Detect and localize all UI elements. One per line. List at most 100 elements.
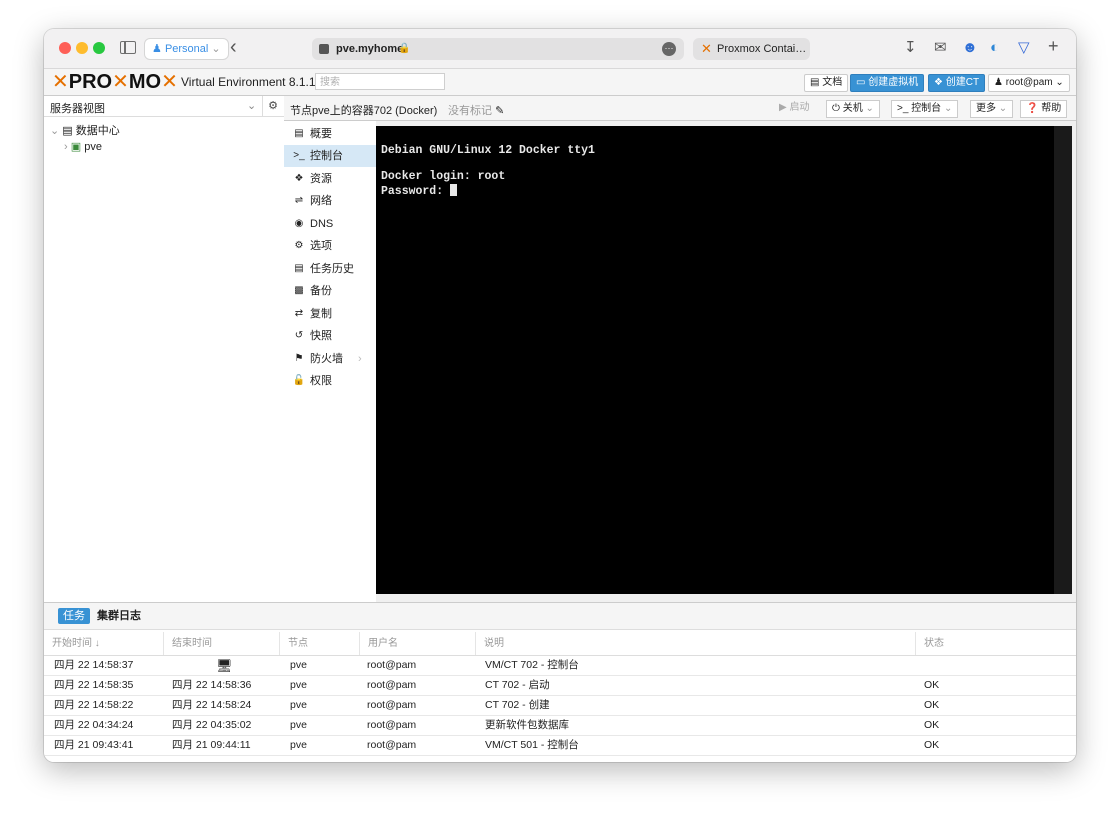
- console-scrollbar[interactable]: [1054, 126, 1072, 594]
- tags-editor[interactable]: 没有标记 ✎: [448, 102, 504, 118]
- user-icon: ♟: [994, 77, 1003, 88]
- table-row[interactable]: 四月 22 04:34:24 四月 22 04:35:02 pve root@p…: [44, 716, 1076, 736]
- task-log-panel: 任务 集群日志 开始时间 ↓ 结束时间 节点 用户名 说明 状态 四月 22 1…: [44, 602, 1076, 762]
- more-button[interactable]: 更多 ⌄: [970, 100, 1014, 118]
- help-button[interactable]: ❓ 帮助: [1020, 100, 1068, 118]
- sidebar-toggle-icon[interactable]: [120, 41, 136, 54]
- create-vm-button[interactable]: ▭ 创建虚拟机: [850, 74, 925, 92]
- user-menu-button[interactable]: ♟ root@pam ⌄: [988, 74, 1070, 92]
- console-button[interactable]: >_ 控制台 ⌄: [891, 100, 959, 118]
- cell-end: 四月 22 14:58:24: [172, 699, 252, 711]
- tab-cluster-log[interactable]: 集群日志: [92, 608, 146, 624]
- terminal-console[interactable]: Debian GNU/Linux 12 Docker tty1 Docker l…: [376, 126, 1054, 594]
- cell-desc: VM/CT 501 - 控制台: [485, 739, 579, 751]
- table-row[interactable]: 四月 22 14:58:37 🖥 pve root@pam VM/CT 702 …: [44, 656, 1076, 676]
- nav-label: 权限: [310, 375, 332, 387]
- nav-item-task-history[interactable]: ▤ 任务历史: [284, 258, 376, 280]
- chevron-down-icon[interactable]: ⌄: [865, 103, 873, 114]
- pve-header: ✕PRO✕MO✕ Virtual Environment 8.1.10 搜索 ▤…: [44, 69, 1076, 96]
- cube-icon: ❖: [294, 173, 304, 184]
- cell-status: OK: [924, 699, 940, 711]
- nav-item-snapshots[interactable]: ↺ 快照: [284, 325, 376, 347]
- unlock-icon: 🔓: [292, 375, 306, 386]
- exchange-icon: ⇌: [294, 195, 304, 206]
- cell-end: 四月 21 09:44:11: [172, 739, 251, 751]
- search-input[interactable]: 搜索: [315, 73, 445, 90]
- zoom-window-button[interactable]: [93, 42, 105, 54]
- cell-start: 四月 21 09:43:41: [54, 739, 134, 751]
- table-row[interactable]: 四月 22 14:58:35 四月 22 14:58:36 pve root@p…: [44, 676, 1076, 696]
- password-prompt: Password:: [381, 185, 451, 198]
- extension-lock-icon[interactable]: ◐: [990, 38, 999, 58]
- profile-label: Personal: [164, 43, 209, 55]
- chevron-down-icon[interactable]: ⌄: [944, 103, 952, 114]
- tree-item-datacenter[interactable]: ⌄ ▤ 数据中心: [50, 122, 120, 138]
- tab-tasks[interactable]: 任务: [58, 608, 90, 624]
- nav-item-firewall[interactable]: ⚑ 防火墙 ›: [284, 348, 376, 370]
- nav-label: 备份: [310, 285, 332, 297]
- nav-item-options[interactable]: ⚙ 选项: [284, 235, 376, 257]
- view-selector[interactable]: 服务器视图 ⌄ ⚙: [44, 96, 284, 117]
- back-arrow-icon[interactable]: ‹: [230, 35, 237, 59]
- cell-start: 四月 22 04:34:24: [54, 719, 134, 731]
- download-icon[interactable]: ↧: [904, 38, 917, 58]
- column-start-time[interactable]: 开始时间 ↓: [44, 632, 164, 655]
- gear-icon[interactable]: ⚙: [262, 96, 283, 116]
- shield-icon: ⚑: [294, 353, 304, 364]
- nav-label: DNS: [310, 218, 334, 230]
- browser-tab-proxmox[interactable]: ✕ Proxmox Contai…: [693, 38, 810, 60]
- tags-label: 没有标记: [448, 105, 492, 117]
- nav-item-replication[interactable]: ⇄ 复制: [284, 303, 376, 325]
- cell-start: 四月 22 14:58:22: [54, 699, 134, 711]
- create-vm-label: 创建虚拟机: [868, 77, 919, 88]
- nav-item-backup[interactable]: ▩ 备份: [284, 280, 376, 302]
- chevron-down-icon[interactable]: ⌄: [247, 99, 256, 112]
- column-description[interactable]: 说明: [476, 632, 916, 655]
- shield-extension-icon[interactable]: ▽: [1018, 38, 1030, 58]
- cell-status: [914, 656, 924, 675]
- more-options-icon[interactable]: ···: [662, 42, 676, 56]
- docs-label: 文档: [822, 77, 843, 88]
- create-ct-button[interactable]: ❖ 创建CT: [928, 74, 986, 92]
- profile-switcher[interactable]: ♟ Personal ⌄: [144, 38, 229, 60]
- help-label: 帮助: [1041, 103, 1062, 114]
- column-user[interactable]: 用户名: [360, 632, 476, 655]
- minimize-window-button[interactable]: [76, 42, 88, 54]
- docs-button[interactable]: ▤ 文档: [804, 74, 849, 92]
- table-row[interactable]: 四月 22 14:58:22 四月 22 14:58:24 pve root@p…: [44, 696, 1076, 716]
- extension-people-icon[interactable]: ☻: [962, 38, 978, 58]
- shutdown-label: 关机: [842, 103, 863, 114]
- user-label: root@pam: [1005, 77, 1053, 88]
- nav-item-network[interactable]: ⇌ 网络: [284, 190, 376, 212]
- nav-item-summary[interactable]: ▤ 概要: [284, 123, 376, 145]
- table-row[interactable]: 四月 21 09:43:41 四月 21 09:44:11 pve root@p…: [44, 736, 1076, 756]
- nav-item-console[interactable]: >_ 控制台: [284, 145, 376, 167]
- cell-node: pve: [290, 739, 307, 751]
- shutdown-button[interactable]: ⏻ 关机 ⌄: [826, 100, 880, 118]
- nav-item-permissions[interactable]: 🔓 权限: [284, 370, 376, 392]
- nav-item-resources[interactable]: ❖ 资源: [284, 168, 376, 190]
- cube-icon: ❖: [934, 77, 943, 88]
- new-tab-icon[interactable]: +: [1048, 36, 1059, 56]
- column-end-time[interactable]: 结束时间: [164, 632, 280, 655]
- column-status[interactable]: 状态: [916, 632, 1076, 655]
- cell-node: pve: [290, 659, 307, 671]
- resource-tree: 服务器视图 ⌄ ⚙ ⌄ ▤ 数据中心 › ▣ pve: [44, 96, 285, 602]
- cell-user: root@pam: [367, 719, 417, 731]
- start-button[interactable]: ▶ 启动: [774, 100, 814, 116]
- container-toolbar: 节点pve上的容器702 (Docker) 没有标记 ✎ ▶ 启动 ⏻ 关机 ⌄…: [284, 96, 1076, 121]
- close-window-button[interactable]: [59, 42, 71, 54]
- chevron-down-icon: ⌄: [998, 103, 1008, 114]
- history-icon: ↺: [294, 330, 304, 341]
- column-node[interactable]: 节点: [280, 632, 360, 655]
- address-bar[interactable]: pve.myhome 🔒 ···: [312, 38, 684, 60]
- nav-item-dns[interactable]: ◉ DNS: [284, 213, 376, 235]
- extension-icon[interactable]: ✉: [934, 38, 947, 58]
- cell-user: root@pam: [367, 699, 417, 711]
- desktop-icon: ▭: [856, 77, 866, 88]
- proxmox-favicon-icon: ✕: [701, 41, 712, 56]
- nav-label: 网络: [310, 195, 332, 207]
- tree-item-node[interactable]: › ▣ pve: [64, 140, 102, 153]
- play-icon: ▶: [779, 102, 787, 113]
- table-header: 开始时间 ↓ 结束时间 节点 用户名 说明 状态: [44, 632, 1076, 656]
